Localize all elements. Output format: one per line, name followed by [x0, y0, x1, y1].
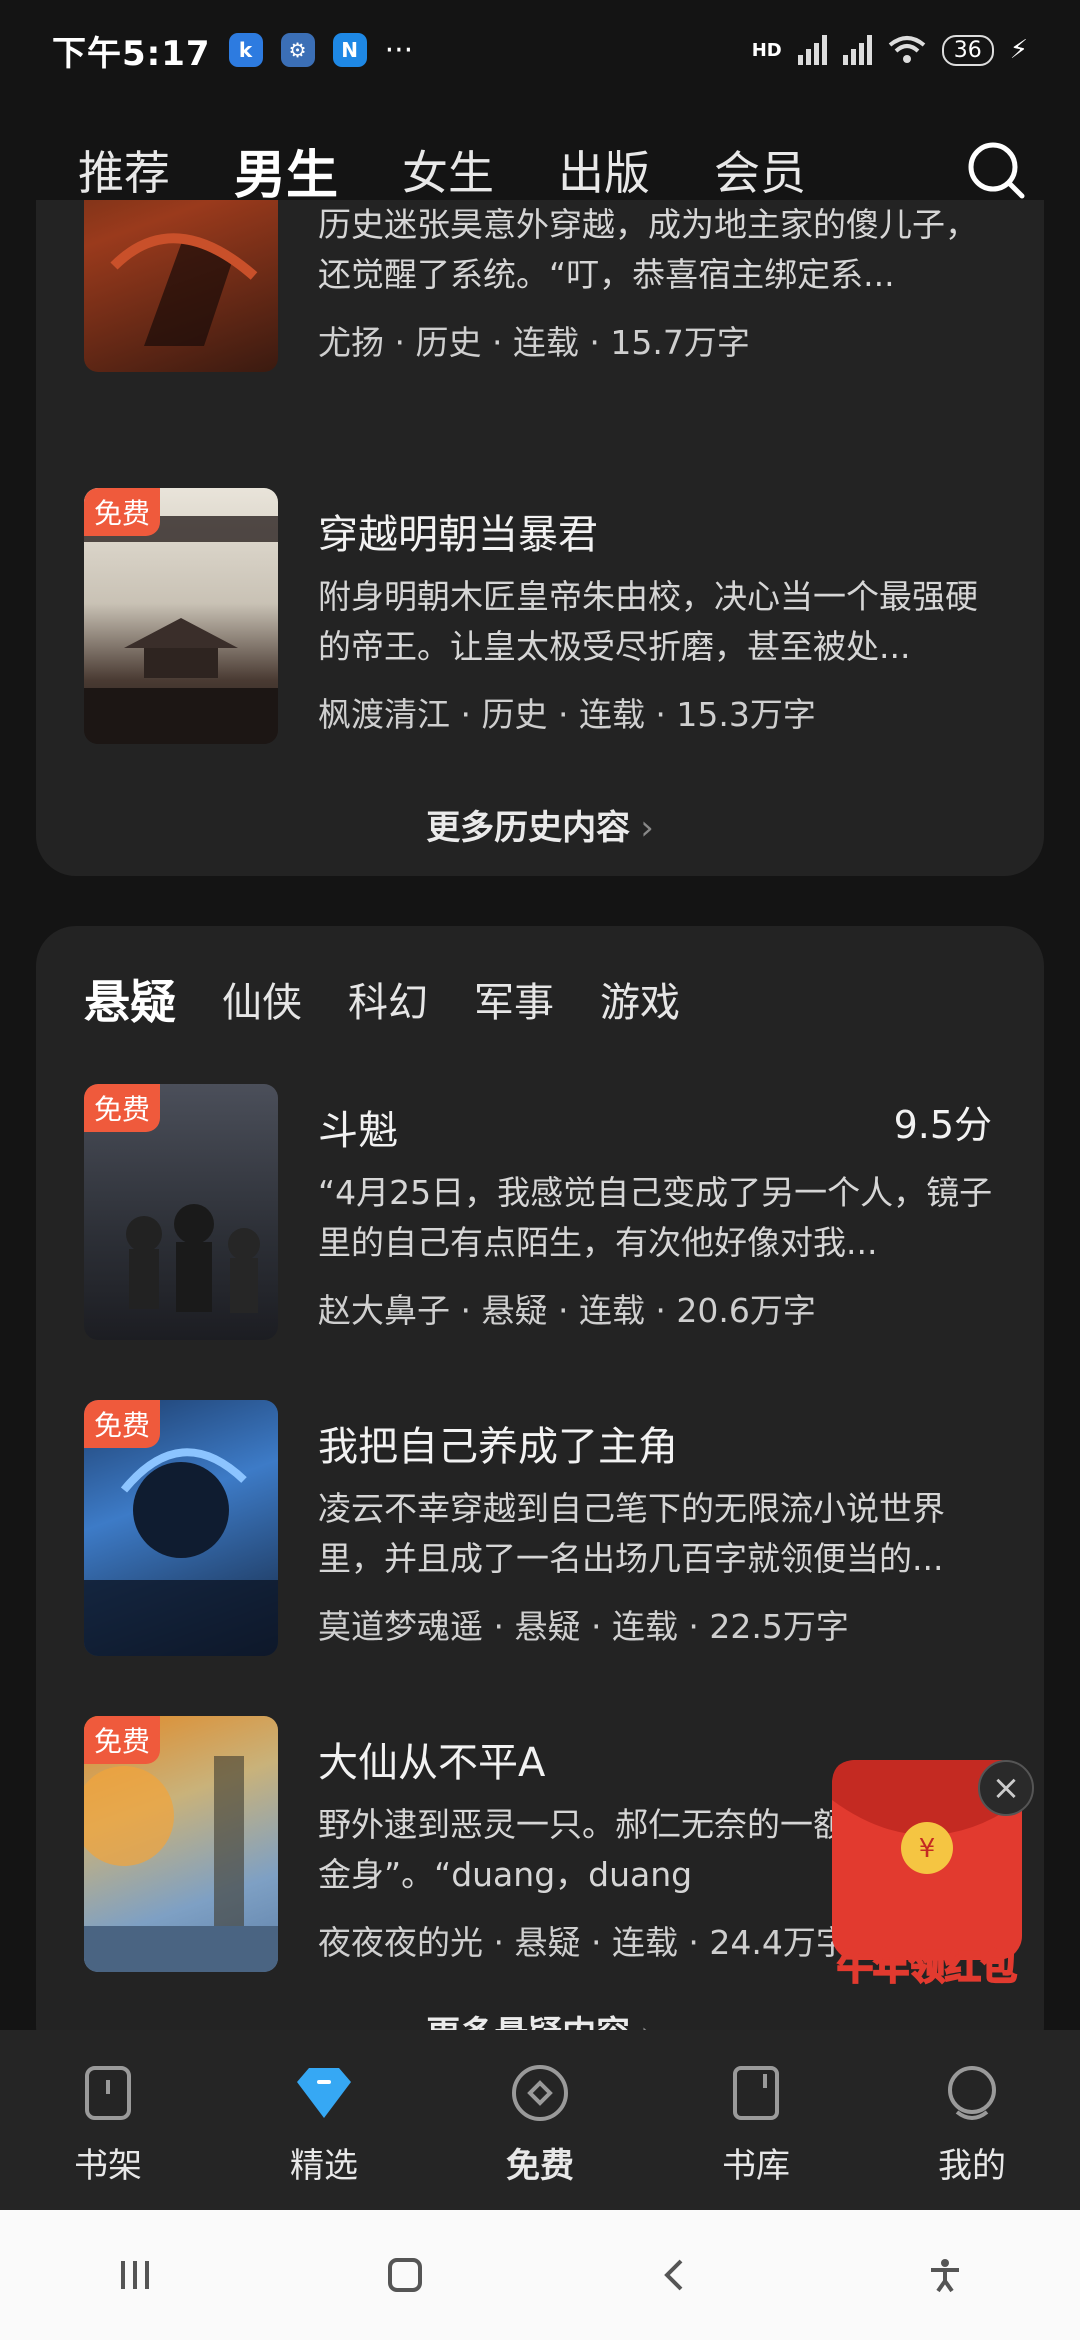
- bottom-nav: 书架 精选 免费 书库 我的: [0, 2030, 1080, 2210]
- book-meta: 尤扬 · 历史 · 连载 · 15.7万字: [318, 323, 750, 362]
- genre-tab-game[interactable]: 游戏: [600, 970, 680, 1028]
- book-cover[interactable]: 免费: [84, 488, 278, 744]
- genre-tab-mystery[interactable]: 悬疑: [84, 966, 176, 1032]
- genre-tabs: 悬疑 仙侠 科幻 军事 游戏: [84, 966, 726, 1032]
- cover-art-image: [110, 233, 258, 346]
- diamond-icon: [297, 2068, 351, 2118]
- book-meta: 赵大鼻子 · 悬疑 · 连载 · 20.6万字: [318, 1291, 816, 1330]
- tab-male[interactable]: 男生: [234, 133, 339, 230]
- tab-recommend[interactable]: 推荐: [78, 137, 170, 203]
- recent-apps-icon: [121, 2261, 149, 2289]
- signal2-icon: [842, 35, 872, 65]
- hd-network-icon: HD: [751, 39, 782, 61]
- book-title: 斗魁: [318, 1108, 398, 1154]
- book-item[interactable]: 历史迷张昊意外穿越，成为地主家的傻儿子，还觉醒了系统。“叮，恭喜宿主绑定系...…: [84, 200, 992, 376]
- wifi-icon: [888, 36, 926, 63]
- book-score: 9.5分: [893, 1103, 992, 1147]
- profile-icon: [948, 2066, 996, 2120]
- chevron-right-icon: ›: [640, 808, 654, 848]
- bottom-nav-label: 我的: [938, 2146, 1006, 2186]
- history-section-card: 历史迷张昊意外穿越，成为地主家的傻儿子，还觉醒了系统。“叮，恭喜宿主绑定系...…: [36, 200, 1044, 876]
- status-bar: 下午5:17 k ⚙ N ··· HD 36 ⚡: [0, 0, 1080, 100]
- library-icon: [733, 2066, 779, 2120]
- accessibility-button[interactable]: [915, 2245, 975, 2305]
- bottom-nav-free[interactable]: 免费: [432, 2030, 648, 2210]
- genre-tab-military[interactable]: 军事: [474, 970, 554, 1028]
- tab-publishing[interactable]: 出版: [558, 137, 650, 203]
- bottom-nav-label: 免费: [506, 2146, 574, 2186]
- book-meta: 枫渡清江 · 历史 · 连载 · 15.3万字: [318, 695, 816, 734]
- bottom-nav-label: 书架: [74, 2146, 142, 2186]
- book-cover[interactable]: 免费: [84, 1400, 278, 1656]
- recent-apps-button[interactable]: [105, 2245, 165, 2305]
- book-title: 大仙从不平A: [318, 1740, 546, 1786]
- settings-notification-icon: ⚙: [280, 33, 315, 67]
- free-badge: 免费: [84, 488, 161, 536]
- battery-indicator: 36: [941, 34, 994, 66]
- free-badge: 免费: [84, 1400, 161, 1448]
- accessibility-icon: [931, 2259, 959, 2293]
- bottom-nav-library[interactable]: 书库: [648, 2030, 864, 2210]
- book-cover[interactable]: 免费: [84, 1716, 278, 1972]
- app-notification-icon: k: [228, 33, 263, 67]
- book-item[interactable]: 免费 我把自己养成了主角 凌云不幸穿越到自己笔下的无限流小说世界里，并且成了一名…: [84, 1400, 992, 1660]
- free-badge: 免费: [84, 1716, 161, 1764]
- book-description: 凌云不幸穿越到自己笔下的无限流小说世界里，并且成了一名出场几百字就领便当的...: [318, 1489, 945, 1578]
- tab-member[interactable]: 会员: [714, 137, 806, 203]
- book-meta: 莫道梦魂遥 · 悬疑 · 连载 · 22.5万字: [318, 1607, 849, 1646]
- bottom-nav-profile[interactable]: 我的: [864, 2030, 1080, 2210]
- more-notifications-icon: ···: [384, 32, 414, 68]
- book-description: 历史迷张昊意外穿越，成为地主家的傻儿子，还觉醒了系统。“叮，恭喜宿主绑定系...: [318, 205, 978, 294]
- genre-tab-scifi[interactable]: 科幻: [348, 970, 428, 1028]
- back-icon: [664, 2259, 683, 2291]
- tab-male-label: 男生: [234, 145, 339, 206]
- book-item[interactable]: 免费 斗魁 9.5分 “4月25日，我感觉自己变成了另一个人，镜子里的自己有点陌…: [84, 1084, 992, 1344]
- more-history-link[interactable]: 更多历史内容 ›: [36, 800, 1044, 849]
- bottom-nav-label: 书库: [722, 2146, 790, 2186]
- bottom-nav-bookshelf[interactable]: 书架: [0, 2030, 216, 2210]
- back-button[interactable]: [645, 2245, 705, 2305]
- book-description: “4月25日，我感觉自己变成了另一个人，镜子里的自己有点陌生，有次他好像对我..…: [318, 1173, 993, 1262]
- bottom-nav-label: 精选: [290, 2146, 358, 2186]
- bottom-nav-featured[interactable]: 精选: [216, 2030, 432, 2210]
- system-nav-bar: [0, 2210, 1080, 2340]
- book-cover[interactable]: 免费: [84, 1084, 278, 1340]
- search-icon[interactable]: [964, 138, 1028, 202]
- more-history-label: 更多历史内容: [426, 808, 631, 848]
- status-time: 下午5:17: [52, 33, 211, 74]
- home-button[interactable]: [375, 2245, 435, 2305]
- free-badge: 免费: [84, 1084, 161, 1132]
- book-cover[interactable]: [84, 200, 278, 372]
- promo-label: 牛年领红包: [836, 1946, 1018, 1989]
- book-description: 附身明朝木匠皇帝朱由校，决心当一个最强硬的帝王。让皇太极受尽折磨，甚至被处...: [318, 577, 978, 666]
- tab-female[interactable]: 女生: [402, 137, 494, 203]
- genre-tab-xianxia[interactable]: 仙侠: [222, 970, 302, 1028]
- svg-text:¥: ¥: [919, 1834, 936, 1864]
- free-icon: [512, 2065, 568, 2121]
- book-item[interactable]: 免费 穿越明朝当暴君 附身明朝木匠皇帝朱由校，决心当一个最强硬的帝王。让皇太极受…: [84, 488, 992, 748]
- close-icon[interactable]: ×: [978, 1760, 1034, 1816]
- book-title: 穿越明朝当暴君: [318, 512, 598, 558]
- book-meta: 夜夜夜的光 · 悬疑 · 连载 · 24.4万字: [318, 1923, 849, 1962]
- n-app-notification-icon: N: [332, 33, 367, 67]
- book-title: 我把自己养成了主角: [318, 1424, 678, 1470]
- signal-icon: [797, 35, 827, 65]
- bookshelf-icon: [85, 2066, 131, 2120]
- charging-icon: ⚡: [1009, 35, 1028, 65]
- home-icon: [388, 2258, 422, 2292]
